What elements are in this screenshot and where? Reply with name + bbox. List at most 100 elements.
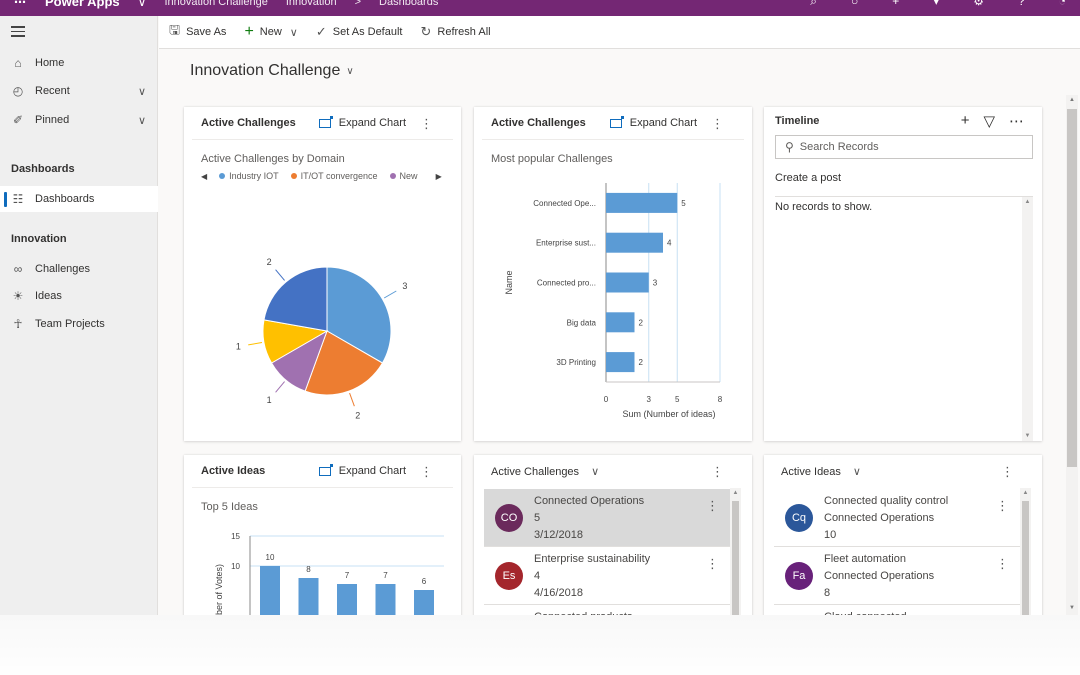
y-tick-label: Big data bbox=[567, 318, 597, 327]
chevron-down-icon[interactable]: ∨ bbox=[138, 85, 146, 98]
search-records-input[interactable]: ⚲ Search Records bbox=[775, 135, 1033, 159]
filter-icon[interactable]: ▽ bbox=[983, 112, 995, 130]
search-icon[interactable]: ⌕ bbox=[810, 0, 817, 9]
legend-prev-icon[interactable]: ◀ bbox=[201, 172, 207, 181]
add-icon[interactable]: + bbox=[961, 112, 970, 130]
list-item[interactable]: Cloud connected⋮ bbox=[774, 605, 1029, 615]
user-icon[interactable]: ◔ bbox=[1059, 0, 1066, 9]
chart-title: Active Challenges by Domain bbox=[201, 153, 345, 165]
search-icon: ⚲ bbox=[785, 140, 794, 154]
pie-data-label: 2 bbox=[267, 257, 272, 267]
sidebar-item-team-projects[interactable]: ☥ Team Projects bbox=[0, 311, 158, 337]
more-options-icon[interactable]: ⋮ bbox=[420, 465, 433, 478]
scroll-down-icon[interactable]: ▼ bbox=[1066, 605, 1078, 611]
scroll-up-icon[interactable]: ▲ bbox=[730, 490, 741, 496]
more-options-icon[interactable]: ⋮ bbox=[996, 557, 1009, 570]
bar[interactable] bbox=[337, 584, 357, 615]
chevron-down-icon[interactable]: ∨ bbox=[853, 465, 861, 478]
expand-chart-button[interactable]: Expand Chart bbox=[609, 115, 697, 129]
breadcrumb-area[interactable]: Innovation bbox=[286, 0, 337, 8]
sidebar-item-ideas[interactable]: ☀ Ideas bbox=[0, 283, 158, 309]
list-item[interactable]: Cq Connected quality control Connected Ope… bbox=[774, 489, 1029, 547]
app-chevron-icon[interactable]: ∨ bbox=[138, 0, 147, 9]
more-options-icon[interactable]: ⋮ bbox=[420, 117, 433, 130]
bar-data-label: 7 bbox=[345, 571, 350, 580]
scroll-down-icon[interactable]: ▼ bbox=[1022, 433, 1033, 439]
save-as-button[interactable]: 🖫 Save As bbox=[169, 21, 226, 43]
sidebar-item-recent[interactable]: ◴ Recent ∨ bbox=[0, 78, 158, 104]
list-scrollbar[interactable]: ▲ bbox=[730, 488, 741, 615]
clock-icon: ◴ bbox=[12, 84, 24, 98]
page-scrollbar[interactable]: ▲ ▼ bbox=[1066, 95, 1078, 615]
more-options-icon[interactable]: ⋮ bbox=[996, 499, 1009, 512]
new-button[interactable]: + New ∨ bbox=[244, 23, 297, 41]
more-options-icon[interactable]: ⋮ bbox=[1001, 465, 1014, 478]
legend-item[interactable]: New bbox=[389, 171, 418, 181]
hamburger-menu-icon[interactable] bbox=[11, 26, 25, 38]
more-options-icon[interactable]: ⋮ bbox=[706, 557, 719, 570]
timeline-scrollbar[interactable]: ▲ ▼ bbox=[1022, 197, 1033, 441]
breadcrumb-page[interactable]: Dashboards bbox=[379, 0, 438, 8]
expand-chart-label: Expand Chart bbox=[629, 117, 697, 129]
sidebar-item-challenges[interactable]: ∞ Challenges bbox=[0, 256, 158, 282]
more-options-icon[interactable]: ⋮ bbox=[706, 499, 719, 512]
bar[interactable] bbox=[606, 232, 663, 253]
bar[interactable] bbox=[606, 312, 635, 333]
breadcrumb-app[interactable]: Innovation Challenge bbox=[164, 0, 267, 8]
legend-next-icon[interactable]: ▶ bbox=[436, 172, 442, 181]
list-item[interactable]: Fa Fleet automation Connected Operations 8 ⋮ bbox=[774, 547, 1029, 605]
legend-item[interactable]: Industry IOT bbox=[219, 171, 279, 181]
list-item[interactable]: Es Enterprise sustainability 4 4/16/2018 ⋮ bbox=[484, 547, 739, 605]
challenges-list: CO Connected Operations 5 3/12/2018 ⋮ Es Enter… bbox=[484, 489, 739, 615]
list-item[interactable]: CO Connected Operations 5 3/12/2018 ⋮ bbox=[484, 489, 739, 547]
scrollbar-thumb[interactable] bbox=[732, 501, 739, 615]
bar[interactable] bbox=[606, 352, 635, 373]
y-tick-label: Enterprise sust... bbox=[536, 239, 596, 248]
scrollbar-thumb[interactable] bbox=[1022, 501, 1029, 615]
sidebar-item-pinned[interactable]: ✐ Pinned ∨ bbox=[0, 107, 158, 133]
lightbulb-icon[interactable]: ○ bbox=[851, 0, 858, 9]
expand-chart-button[interactable]: Expand Chart bbox=[318, 463, 406, 477]
pie-slice[interactable] bbox=[263, 266, 328, 332]
more-options-icon[interactable]: ⋯ bbox=[1009, 112, 1024, 130]
app-launcher-icon[interactable]: ⋯ bbox=[14, 0, 27, 9]
chevron-down-icon[interactable]: ∨ bbox=[591, 465, 599, 478]
refresh-all-button[interactable]: ↻ Refresh All bbox=[420, 24, 490, 40]
sidebar-item-home[interactable]: ⌂ Home bbox=[0, 50, 158, 76]
scroll-up-icon[interactable]: ▲ bbox=[1020, 490, 1031, 496]
active-challenges-pie-card: Active Challenges Expand Chart ⋮ Active … bbox=[184, 107, 461, 441]
item-detail: 10 bbox=[824, 529, 837, 541]
scroll-up-icon[interactable]: ▲ bbox=[1066, 97, 1078, 103]
more-options-icon[interactable]: ⋮ bbox=[711, 465, 724, 478]
list-item[interactable]: Connected products⋮ bbox=[484, 605, 739, 615]
bar[interactable] bbox=[260, 566, 280, 615]
set-as-default-button[interactable]: ✓ Set As Default bbox=[316, 24, 403, 40]
view-selector[interactable]: Active Challenges bbox=[491, 466, 579, 478]
chevron-down-icon[interactable]: ∨ bbox=[290, 26, 298, 39]
more-options-icon[interactable]: ⋮ bbox=[711, 117, 724, 130]
bar[interactable] bbox=[375, 584, 396, 615]
scrollbar-thumb[interactable] bbox=[1067, 109, 1077, 467]
bar[interactable] bbox=[606, 272, 649, 293]
gear-icon[interactable]: ⚙ bbox=[973, 0, 984, 9]
create-post-link[interactable]: Create a post bbox=[775, 172, 841, 184]
help-icon[interactable]: ? bbox=[1018, 0, 1025, 9]
sidebar-item-dashboards[interactable]: ☷ Dashboards bbox=[0, 186, 158, 212]
dashboard-selector[interactable]: Innovation Challenge ∨ bbox=[190, 62, 354, 80]
active-challenges-bar-card: Active Challenges Expand Chart ⋮ Most po… bbox=[474, 107, 752, 441]
card-header: Active Challenges Expand Chart ⋮ bbox=[192, 107, 453, 140]
legend-item[interactable]: IT/OT convergence bbox=[290, 171, 378, 181]
expand-chart-button[interactable]: Expand Chart bbox=[318, 115, 406, 129]
filter-icon[interactable]: ▾ bbox=[933, 0, 939, 9]
bar[interactable] bbox=[414, 590, 434, 615]
bar[interactable] bbox=[298, 578, 319, 615]
chevron-down-icon[interactable]: ∨ bbox=[138, 114, 146, 127]
view-selector[interactable]: Active Ideas bbox=[781, 466, 841, 478]
list-scrollbar[interactable]: ▲ bbox=[1020, 488, 1031, 615]
sidebar-item-label: Ideas bbox=[35, 290, 62, 302]
scroll-up-icon[interactable]: ▲ bbox=[1022, 199, 1033, 205]
plus-icon[interactable]: + bbox=[892, 0, 899, 9]
app-name[interactable]: Power Apps bbox=[45, 0, 120, 9]
bar[interactable] bbox=[606, 192, 678, 213]
card-header: Active Challenges Expand Chart ⋮ bbox=[482, 107, 744, 140]
